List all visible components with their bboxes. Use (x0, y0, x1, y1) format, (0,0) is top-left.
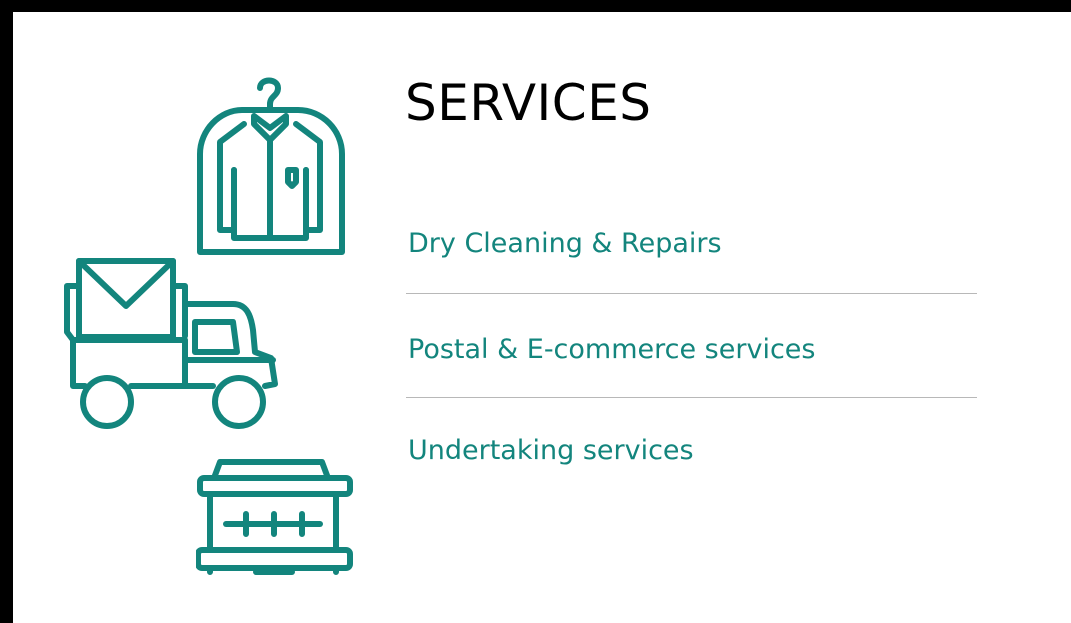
page-title: SERVICES (405, 74, 652, 132)
coffin-icon (196, 454, 356, 579)
delivery-truck-icon (63, 256, 283, 431)
divider (406, 293, 977, 294)
garment-bag-icon (192, 70, 352, 260)
service-link-undertaking[interactable]: Undertaking services (408, 437, 694, 464)
divider (406, 397, 977, 398)
service-link-dry-cleaning[interactable]: Dry Cleaning & Repairs (408, 230, 722, 257)
service-link-postal[interactable]: Postal & E-commerce services (408, 336, 815, 363)
